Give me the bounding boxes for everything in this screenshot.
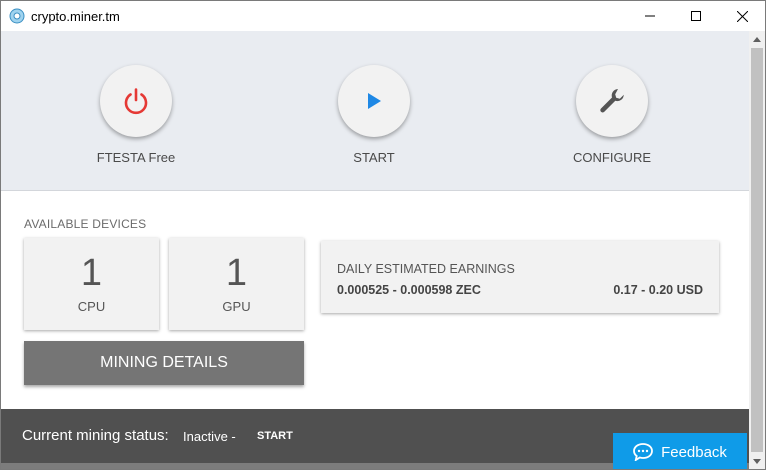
mining-details-button[interactable]: MINING DETAILS (24, 341, 304, 385)
power-icon (124, 88, 148, 115)
title-bar: crypto.miner.tm (1, 1, 765, 31)
scroll-thumb[interactable] (751, 48, 763, 452)
gpu-card: 1 GPU (169, 238, 304, 330)
power-button[interactable] (100, 65, 172, 137)
start-action: START (294, 31, 454, 190)
chevron-down-icon (753, 458, 761, 464)
scroll-down-button[interactable] (749, 453, 765, 469)
vertical-scrollbar[interactable] (749, 31, 765, 469)
app-window: crypto.miner.tm FTESTA Free START CONFIG… (0, 0, 766, 470)
status-label: Current mining status: (22, 427, 169, 444)
gpu-count: 1 (225, 252, 248, 294)
start-label: START (353, 150, 395, 165)
configure-button[interactable] (576, 65, 648, 137)
configure-label: CONFIGURE (573, 150, 651, 165)
chat-icon (633, 443, 653, 461)
power-action: FTESTA Free (56, 31, 216, 190)
feedback-label: Feedback (661, 443, 727, 461)
close-icon (736, 10, 748, 22)
feedback-button[interactable]: Feedback (613, 433, 747, 469)
status-value: Inactive - (183, 429, 236, 444)
minimize-button[interactable] (627, 1, 673, 31)
power-label: FTESTA Free (96, 150, 176, 165)
maximize-icon (691, 11, 701, 21)
cpu-label: CPU (77, 299, 106, 314)
gpu-label: GPU (222, 299, 251, 314)
maximize-button[interactable] (673, 1, 719, 31)
earnings-usd: 0.17 - 0.20 USD (613, 283, 703, 297)
scroll-up-button[interactable] (749, 31, 765, 47)
chevron-up-icon (753, 36, 761, 42)
earnings-zec: 0.000525 - 0.000598 ZEC (337, 283, 481, 297)
cpu-card: 1 CPU (24, 238, 159, 330)
status-start-link[interactable]: START (257, 430, 293, 442)
close-button[interactable] (719, 1, 765, 31)
earnings-title: DAILY ESTIMATED EARNINGS (337, 262, 515, 276)
app-logo-icon (9, 8, 25, 24)
configure-action: CONFIGURE (532, 31, 692, 190)
play-icon (368, 93, 381, 109)
window-title: crypto.miner.tm (31, 9, 120, 24)
action-panel: FTESTA Free START CONFIGURE (1, 31, 749, 191)
earnings-card: DAILY ESTIMATED EARNINGS 0.000525 - 0.00… (321, 241, 719, 313)
minimize-icon (645, 15, 655, 17)
cpu-count: 1 (80, 252, 103, 294)
wrench-icon (600, 89, 624, 113)
start-button[interactable] (338, 65, 410, 137)
devices-section-title: AVAILABLE DEVICES (24, 217, 147, 231)
